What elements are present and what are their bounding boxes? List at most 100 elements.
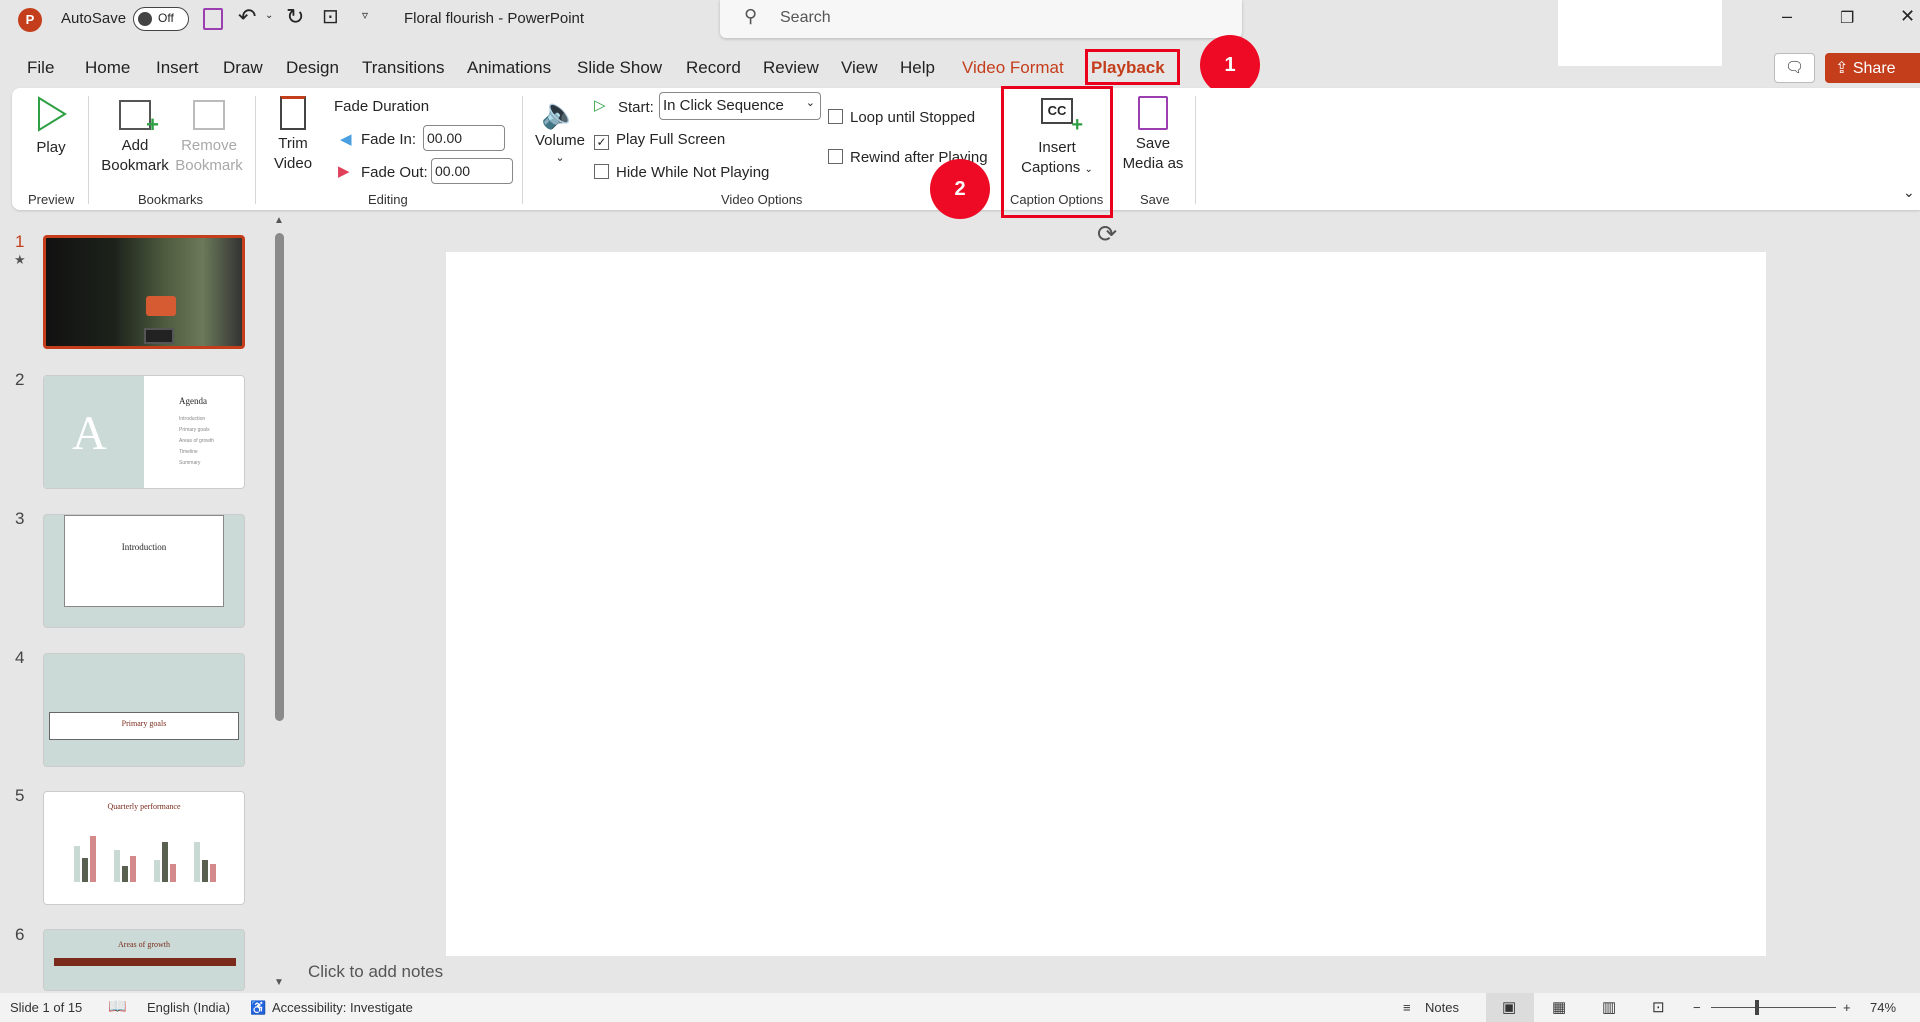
scrollbar-thumb[interactable] xyxy=(275,233,284,721)
loop-label: Loop until Stopped xyxy=(850,109,976,126)
slide-number: 6 xyxy=(15,925,25,944)
save-icon[interactable] xyxy=(203,8,223,30)
tab-home[interactable]: Home xyxy=(85,58,130,78)
slide-number: 2 xyxy=(15,370,25,389)
play-full-screen-checkbox[interactable]: ✓ Play Full Screen xyxy=(594,131,725,150)
spell-check-icon[interactable]: 📖 xyxy=(108,997,127,1015)
comments-button[interactable]: 🗨 xyxy=(1774,53,1815,83)
start-dropdown[interactable]: In Click Sequence ⌄ xyxy=(659,92,821,120)
minimize-button[interactable]: – xyxy=(1782,6,1792,27)
remove-bookmark-label-1: Remove xyxy=(181,137,237,154)
slide-thumbnail-1[interactable] xyxy=(43,235,245,349)
tab-video-format[interactable]: Video Format xyxy=(962,58,1064,78)
add-bookmark-button[interactable]: + Add Bookmark xyxy=(100,100,170,176)
insert-captions-button[interactable]: CC + Insert Captions ⌄ xyxy=(1008,98,1106,180)
toggle-state: Off xyxy=(158,11,174,25)
tab-record[interactable]: Record xyxy=(686,58,741,78)
normal-view-icon: ▣ xyxy=(1502,999,1517,1016)
add-bookmark-label-2: Bookmark xyxy=(101,157,169,174)
slide-thumbnail-6[interactable]: Areas of growth xyxy=(43,929,245,991)
autosave-toggle[interactable]: Off xyxy=(133,7,189,31)
divider xyxy=(255,96,256,204)
slide-canvas[interactable] xyxy=(446,252,1766,956)
slide-thumbnail-3[interactable]: Introduction xyxy=(43,514,245,628)
hide-while-not-playing-checkbox[interactable]: Hide While Not Playing xyxy=(594,164,769,181)
present-icon[interactable]: ⊡ xyxy=(322,4,339,29)
group-save: Save xyxy=(1140,192,1170,207)
checkbox xyxy=(828,109,843,124)
thumb-title: Quarterly performance xyxy=(107,802,181,811)
loop-checkbox[interactable]: Loop until Stopped xyxy=(828,109,975,126)
start-label: Start: xyxy=(618,99,654,116)
remove-bookmark-button[interactable]: Remove Bookmark xyxy=(172,100,246,176)
scroll-down-icon[interactable]: ▼ xyxy=(274,977,284,988)
play-icon xyxy=(38,96,67,132)
trim-video-button[interactable]: Trim Video xyxy=(268,96,318,174)
zoom-out-button[interactable]: − xyxy=(1693,1000,1701,1015)
undo-icon[interactable]: ↶ xyxy=(238,4,256,30)
redo-icon[interactable]: ↻ xyxy=(286,4,304,30)
zoom-slider[interactable] xyxy=(1711,1007,1836,1008)
thumb-title: Agenda xyxy=(179,396,207,406)
chevron-down-icon: ⌄ xyxy=(555,152,565,164)
chevron-down-icon: ⌄ xyxy=(1084,164,1093,175)
slide-thumbnail-5[interactable]: Quarterly performance xyxy=(43,791,245,905)
thumb-bar xyxy=(130,856,136,882)
rotate-handle-icon[interactable]: ⟳ xyxy=(1097,220,1117,249)
customize-toolbar-icon[interactable]: ▿ xyxy=(362,8,368,22)
trim-label-1: Trim xyxy=(278,135,308,152)
slide-panel-scrollbar[interactable]: ▲ ▼ xyxy=(272,215,288,988)
tab-slide-show[interactable]: Slide Show xyxy=(577,58,662,78)
zoom-level[interactable]: 74% xyxy=(1870,1000,1896,1015)
fade-in-input[interactable]: 00.00 xyxy=(423,125,505,151)
search-icon: ⚲ xyxy=(744,6,758,26)
slide-number: 3 xyxy=(15,509,25,528)
tab-design[interactable]: Design xyxy=(286,58,339,78)
tab-review[interactable]: Review xyxy=(763,58,819,78)
fade-out-input[interactable]: 00.00 xyxy=(431,158,513,184)
tab-playback[interactable]: Playback xyxy=(1091,58,1165,78)
thumb-table-header xyxy=(54,958,236,966)
closed-captions-icon: CC + xyxy=(1041,98,1083,136)
tab-insert[interactable]: Insert xyxy=(156,58,199,78)
group-editing: Editing xyxy=(368,192,408,207)
language-button[interactable]: English (India) xyxy=(147,1000,230,1015)
blank-panel xyxy=(1558,0,1722,66)
tab-file[interactable]: File xyxy=(27,58,54,78)
close-button[interactable]: ✕ xyxy=(1900,6,1915,27)
restore-button[interactable]: ❐ xyxy=(1840,8,1854,28)
accessibility-button[interactable]: Accessibility: Investigate xyxy=(272,1000,413,1015)
volume-button[interactable]: 🔈 Volume ⌄ xyxy=(532,96,588,164)
tab-animations[interactable]: Animations xyxy=(467,58,551,78)
play-button[interactable]: Play xyxy=(28,96,74,158)
search-box[interactable]: ⚲ Search xyxy=(720,0,1242,38)
tab-view[interactable]: View xyxy=(841,58,878,78)
tab-transitions[interactable]: Transitions xyxy=(362,58,445,78)
zoom-in-button[interactable]: + xyxy=(1843,1000,1851,1015)
volume-icon: 🔈 xyxy=(541,97,579,130)
scroll-up-icon[interactable]: ▲ xyxy=(274,215,284,226)
thumb-bar xyxy=(194,842,200,882)
tab-draw[interactable]: Draw xyxy=(223,58,263,78)
thumb-bar xyxy=(74,846,80,882)
fade-out-label: Fade Out: xyxy=(361,164,428,181)
slide-show-icon[interactable]: ⊡ xyxy=(1652,998,1665,1016)
normal-view-button[interactable]: ▣ xyxy=(1486,993,1534,1022)
slide-thumbnail-4[interactable]: Primary goals xyxy=(43,653,245,767)
save-media-as-button[interactable]: Save Media as xyxy=(1118,96,1188,174)
share-button[interactable]: ⇪ Share xyxy=(1825,53,1920,83)
autosave-label: AutoSave xyxy=(61,10,127,27)
tab-help[interactable]: Help xyxy=(900,58,935,78)
collapse-ribbon-icon[interactable]: ⌄ xyxy=(1903,184,1915,201)
group-video-options: Video Options xyxy=(721,192,803,207)
notes-input[interactable]: Click to add notes xyxy=(308,962,443,982)
slide-number: 5 xyxy=(15,786,25,805)
powerpoint-logo-icon: P xyxy=(18,8,42,32)
slide-thumbnail-2[interactable]: A Agenda Introduction Primary goals Areas … xyxy=(43,375,245,489)
video-frame-van xyxy=(146,296,176,316)
notes-button[interactable]: Notes xyxy=(1425,1000,1459,1015)
zoom-slider-thumb[interactable] xyxy=(1755,1000,1759,1015)
reading-view-icon[interactable]: ▥ xyxy=(1602,998,1616,1016)
undo-dropdown-icon[interactable]: ⌄ xyxy=(265,10,273,21)
slide-sorter-icon[interactable]: ▦ xyxy=(1552,998,1566,1016)
